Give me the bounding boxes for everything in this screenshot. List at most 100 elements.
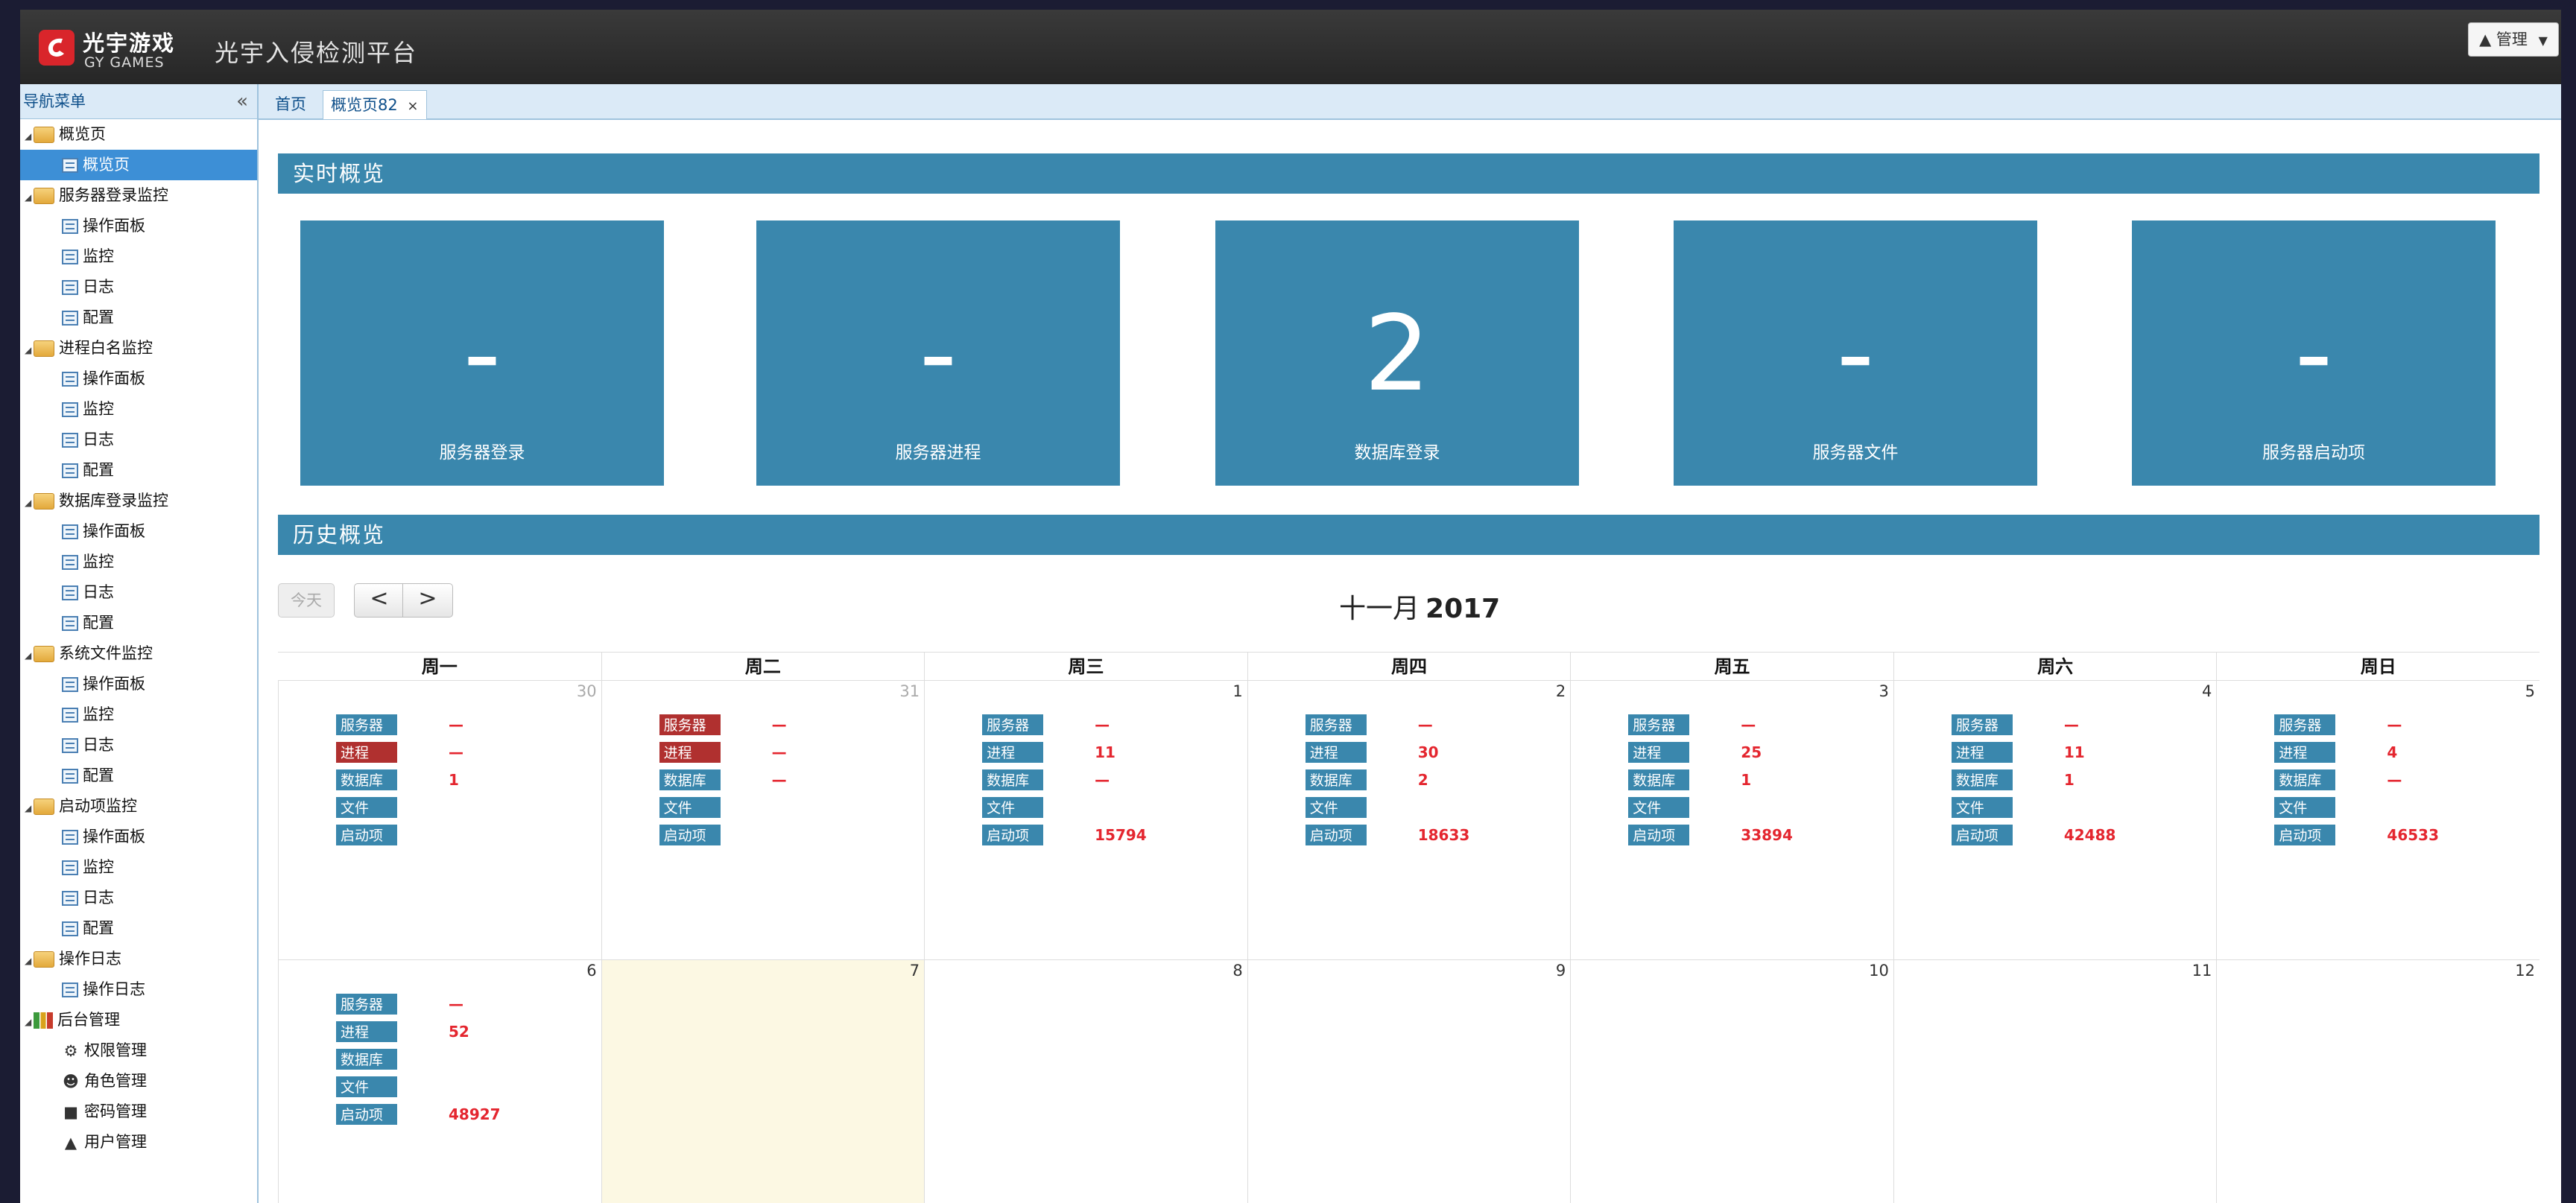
event-tag[interactable]: 数据库 bbox=[335, 769, 398, 791]
nav-item[interactable]: ▲ 用户管理 bbox=[20, 1127, 257, 1158]
event-tag[interactable]: 服务器 bbox=[658, 714, 721, 736]
stat-tile[interactable]: - 服务器文件 bbox=[1674, 220, 2037, 486]
calendar-event[interactable]: 进程 11 bbox=[1950, 741, 2189, 766]
event-tag[interactable]: 数据库 bbox=[335, 1048, 398, 1070]
nav-group[interactable]: ◢ 系统文件监控 bbox=[20, 638, 257, 669]
nav-item[interactable]: 概览页 bbox=[20, 150, 257, 180]
prev-month-button[interactable]: < bbox=[354, 583, 405, 618]
event-tag[interactable]: 启动项 bbox=[1627, 824, 1691, 846]
nav-group[interactable]: ◢ 操作日志 bbox=[20, 944, 257, 974]
nav-item[interactable]: ⚙ 权限管理 bbox=[20, 1035, 257, 1066]
calendar-event[interactable]: 文件 bbox=[981, 796, 1220, 822]
event-tag[interactable]: 文件 bbox=[1627, 796, 1691, 819]
calendar-day[interactable]: 9 bbox=[1247, 959, 1571, 1203]
nav-item[interactable]: 操作面板 bbox=[20, 211, 257, 241]
calendar-event[interactable]: 进程 30 bbox=[1304, 741, 1543, 766]
event-tag[interactable]: 数据库 bbox=[2273, 769, 2337, 791]
expand-triangle-icon[interactable]: ◢ bbox=[25, 488, 34, 518]
nav-item[interactable]: ☻ 角色管理 bbox=[20, 1066, 257, 1096]
stat-tile[interactable]: 2 数据库登录 bbox=[1215, 220, 1579, 486]
nav-item[interactable]: 监控 bbox=[20, 852, 257, 883]
nav-item[interactable]: 配置 bbox=[20, 455, 257, 486]
next-month-button[interactable]: > bbox=[402, 583, 453, 618]
calendar-event[interactable]: 文件 bbox=[2273, 796, 2512, 822]
event-tag[interactable]: 服务器 bbox=[1950, 714, 2013, 736]
event-tag[interactable]: 服务器 bbox=[2273, 714, 2337, 736]
event-tag[interactable]: 数据库 bbox=[1304, 769, 1367, 791]
close-icon[interactable]: × bbox=[407, 98, 418, 114]
calendar-event[interactable]: 文件 bbox=[658, 796, 897, 822]
event-tag[interactable]: 服务器 bbox=[335, 714, 398, 736]
calendar-event[interactable]: 进程 — bbox=[335, 741, 574, 766]
event-tag[interactable]: 数据库 bbox=[981, 769, 1045, 791]
calendar-day[interactable]: 11 bbox=[1893, 959, 2217, 1203]
calendar-event[interactable]: 服务器 — bbox=[2273, 714, 2512, 739]
tab-home[interactable]: 首页 bbox=[268, 90, 314, 118]
calendar-event[interactable]: 进程 11 bbox=[981, 741, 1220, 766]
calendar-event[interactable]: 启动项 bbox=[658, 824, 897, 849]
nav-group[interactable]: ◢ 数据库登录监控 bbox=[20, 486, 257, 516]
event-tag[interactable]: 进程 bbox=[335, 741, 398, 764]
nav-group[interactable]: ◢ 服务器登录监控 bbox=[20, 180, 257, 211]
event-tag[interactable]: 进程 bbox=[981, 741, 1045, 764]
event-tag[interactable]: 文件 bbox=[981, 796, 1045, 819]
user-menu-button[interactable]: ▲ 管理 ▼ bbox=[2468, 22, 2559, 57]
calendar-event[interactable]: 数据库 bbox=[335, 1048, 574, 1073]
nav-item[interactable]: 日志 bbox=[20, 425, 257, 455]
calendar-day[interactable]: 31 服务器 — 进程 — 数据库 — 文件 启动项 bbox=[601, 680, 925, 959]
calendar-event[interactable]: 进程 52 bbox=[335, 1021, 574, 1046]
calendar-event[interactable]: 启动项 bbox=[335, 824, 574, 849]
calendar-event[interactable]: 服务器 — bbox=[1627, 714, 1866, 739]
calendar-event[interactable]: 数据库 1 bbox=[1627, 769, 1866, 794]
nav-item[interactable]: 配置 bbox=[20, 608, 257, 638]
tab-overview[interactable]: 概览页82 × bbox=[323, 90, 427, 119]
event-tag[interactable]: 数据库 bbox=[658, 769, 721, 791]
nav-item[interactable]: 日志 bbox=[20, 577, 257, 608]
event-tag[interactable]: 文件 bbox=[335, 1076, 398, 1098]
event-tag[interactable]: 服务器 bbox=[1627, 714, 1691, 736]
nav-item[interactable]: 监控 bbox=[20, 241, 257, 272]
nav-group[interactable]: ◢ 进程白名监控 bbox=[20, 333, 257, 364]
event-tag[interactable]: 启动项 bbox=[335, 824, 398, 846]
expand-triangle-icon[interactable]: ◢ bbox=[25, 793, 34, 824]
nav-item[interactable]: 日志 bbox=[20, 730, 257, 761]
nav-group[interactable]: ◢ 后台管理 bbox=[20, 1005, 257, 1035]
event-tag[interactable]: 服务器 bbox=[981, 714, 1045, 736]
event-tag[interactable]: 文件 bbox=[335, 796, 398, 819]
nav-item[interactable]: 监控 bbox=[20, 699, 257, 730]
event-tag[interactable]: 文件 bbox=[1304, 796, 1367, 819]
nav-item[interactable]: 操作面板 bbox=[20, 516, 257, 547]
calendar-day[interactable]: 8 bbox=[924, 959, 1247, 1203]
calendar-day[interactable]: 6 服务器 — 进程 52 数据库 文件 启动项 48927 bbox=[278, 959, 601, 1203]
calendar-day[interactable]: 5 服务器 — 进程 4 数据库 — 文件 启动项 46533 bbox=[2216, 680, 2539, 959]
nav-item[interactable]: 操作面板 bbox=[20, 364, 257, 394]
calendar-event[interactable]: 数据库 — bbox=[981, 769, 1220, 794]
calendar-event[interactable]: 数据库 1 bbox=[335, 769, 574, 794]
calendar-day[interactable]: 1 服务器 — 进程 11 数据库 — 文件 启动项 15794 bbox=[924, 680, 1247, 959]
calendar-event[interactable]: 文件 bbox=[335, 1076, 574, 1101]
event-tag[interactable]: 启动项 bbox=[981, 824, 1045, 846]
expand-triangle-icon[interactable]: ◢ bbox=[25, 121, 34, 152]
collapse-icon[interactable]: « bbox=[236, 84, 248, 118]
today-button[interactable]: 今天 bbox=[278, 583, 335, 618]
calendar-event[interactable]: 服务器 — bbox=[1950, 714, 2189, 739]
nav-item[interactable]: 日志 bbox=[20, 883, 257, 913]
event-tag[interactable]: 启动项 bbox=[1950, 824, 2013, 846]
calendar-event[interactable]: 文件 bbox=[1304, 796, 1543, 822]
nav-group[interactable]: ◢ 启动项监控 bbox=[20, 791, 257, 822]
nav-item[interactable]: 配置 bbox=[20, 913, 257, 944]
nav-item[interactable]: 日志 bbox=[20, 272, 257, 302]
expand-triangle-icon[interactable]: ◢ bbox=[25, 946, 34, 977]
nav-item[interactable]: 操作日志 bbox=[20, 974, 257, 1005]
calendar-event[interactable]: 文件 bbox=[1627, 796, 1866, 822]
nav-item[interactable]: 配置 bbox=[20, 761, 257, 791]
calendar-event[interactable]: 服务器 — bbox=[981, 714, 1220, 739]
stat-tile[interactable]: - 服务器启动项 bbox=[2132, 220, 2496, 486]
calendar-day[interactable]: 3 服务器 — 进程 25 数据库 1 文件 启动项 33894 bbox=[1570, 680, 1893, 959]
event-tag[interactable]: 文件 bbox=[658, 796, 721, 819]
calendar-day[interactable]: 7 bbox=[601, 959, 925, 1203]
nav-group[interactable]: ◢ 概览页 bbox=[20, 119, 257, 150]
calendar-event[interactable]: 启动项 48927 bbox=[335, 1103, 574, 1129]
calendar-event[interactable]: 服务器 — bbox=[335, 714, 574, 739]
calendar-event[interactable]: 数据库 — bbox=[2273, 769, 2512, 794]
